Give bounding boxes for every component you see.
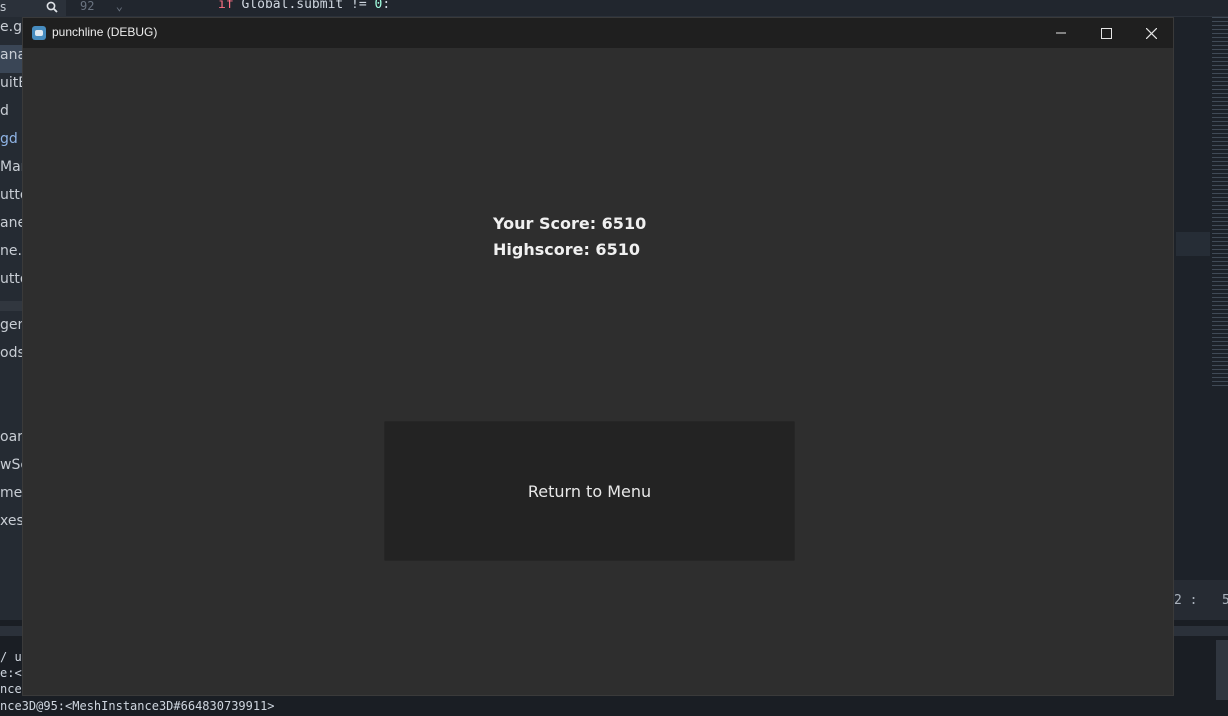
- score-label: Your Score: 6510: [493, 214, 647, 233]
- filesystem-search-tab[interactable]: s: [0, 0, 66, 17]
- fold-chevron-icon[interactable]: ⌄: [116, 0, 123, 13]
- return-to-menu-label: Return to Menu: [527, 481, 652, 501]
- minimap-highlight: [1176, 232, 1210, 256]
- console-line: e:<: [0, 666, 22, 680]
- cursor-column: 5: [1222, 593, 1228, 608]
- console-line: / u: [0, 650, 22, 664]
- window-title: punchline (DEBUG): [52, 25, 158, 39]
- line-number: 92: [80, 0, 95, 13]
- file-item-selected[interactable]: anag: [0, 45, 22, 73]
- file-item[interactable]: uitB: [0, 73, 22, 101]
- maximize-icon: [1100, 27, 1112, 39]
- file-item[interactable]: d: [0, 101, 22, 129]
- return-to-menu-button[interactable]: Return to Menu: [384, 421, 795, 561]
- filesystem-panel: e.gd anag uitB d gd Man utto ane ne.g ut…: [0, 17, 22, 627]
- cursor-position: 2 :: [1174, 593, 1198, 608]
- close-icon: [1145, 27, 1157, 39]
- file-item[interactable]: ods: [0, 343, 22, 371]
- file-item[interactable]: gd: [0, 129, 22, 157]
- maximize-button[interactable]: [1083, 18, 1129, 48]
- minimize-button[interactable]: [1038, 18, 1084, 48]
- file-item[interactable]: utto: [0, 185, 22, 213]
- code-minimap[interactable]: [1212, 17, 1228, 387]
- game-window: punchline (DEBUG) Your Score: 6510 Highs…: [22, 17, 1174, 696]
- file-item[interactable]: utto: [0, 269, 22, 297]
- window-titlebar[interactable]: punchline (DEBUG): [23, 18, 1173, 48]
- file-item[interactable]: [0, 371, 22, 399]
- file-item[interactable]: me: [0, 483, 22, 511]
- file-item[interactable]: e.gd: [0, 17, 22, 45]
- highscore-label: Highscore: 6510: [493, 240, 640, 259]
- file-item[interactable]: oard: [0, 427, 22, 455]
- code-tail: :: [382, 0, 391, 12]
- file-item[interactable]: xes: [0, 511, 22, 539]
- editor-status-strip: 2 : 5: [1174, 580, 1228, 620]
- file-item[interactable]: gen: [0, 315, 22, 343]
- file-item[interactable]: ane: [0, 213, 22, 241]
- panel-divider: [0, 301, 22, 311]
- file-item[interactable]: ne.g: [0, 241, 22, 269]
- console-scrollbar[interactable]: [1216, 640, 1228, 700]
- console-line: nce: [0, 682, 22, 696]
- file-item[interactable]: wSc: [0, 455, 22, 483]
- code-line[interactable]: if Global.submit != 0:: [218, 0, 390, 12]
- minimize-icon: [1056, 32, 1066, 34]
- file-item[interactable]: [0, 399, 22, 427]
- code-keyword: if: [218, 0, 234, 12]
- close-button[interactable]: [1128, 18, 1174, 48]
- godot-engine-icon: [32, 26, 46, 40]
- filesystem-tab-label: s: [0, 0, 7, 14]
- search-icon[interactable]: [46, 1, 58, 13]
- editor-topbar: s 92 ⌄ if Global.submit != 0:: [0, 0, 1228, 17]
- code-expression: Global.submit !=: [233, 0, 375, 12]
- console-line: nce3D@95:<MeshInstance3D#664830739911>: [0, 699, 275, 713]
- file-list: e.gd anag uitB d gd Man utto ane ne.g ut…: [0, 17, 22, 539]
- line-number-gutter: 92 ⌄: [80, 0, 123, 14]
- file-item[interactable]: Man: [0, 157, 22, 185]
